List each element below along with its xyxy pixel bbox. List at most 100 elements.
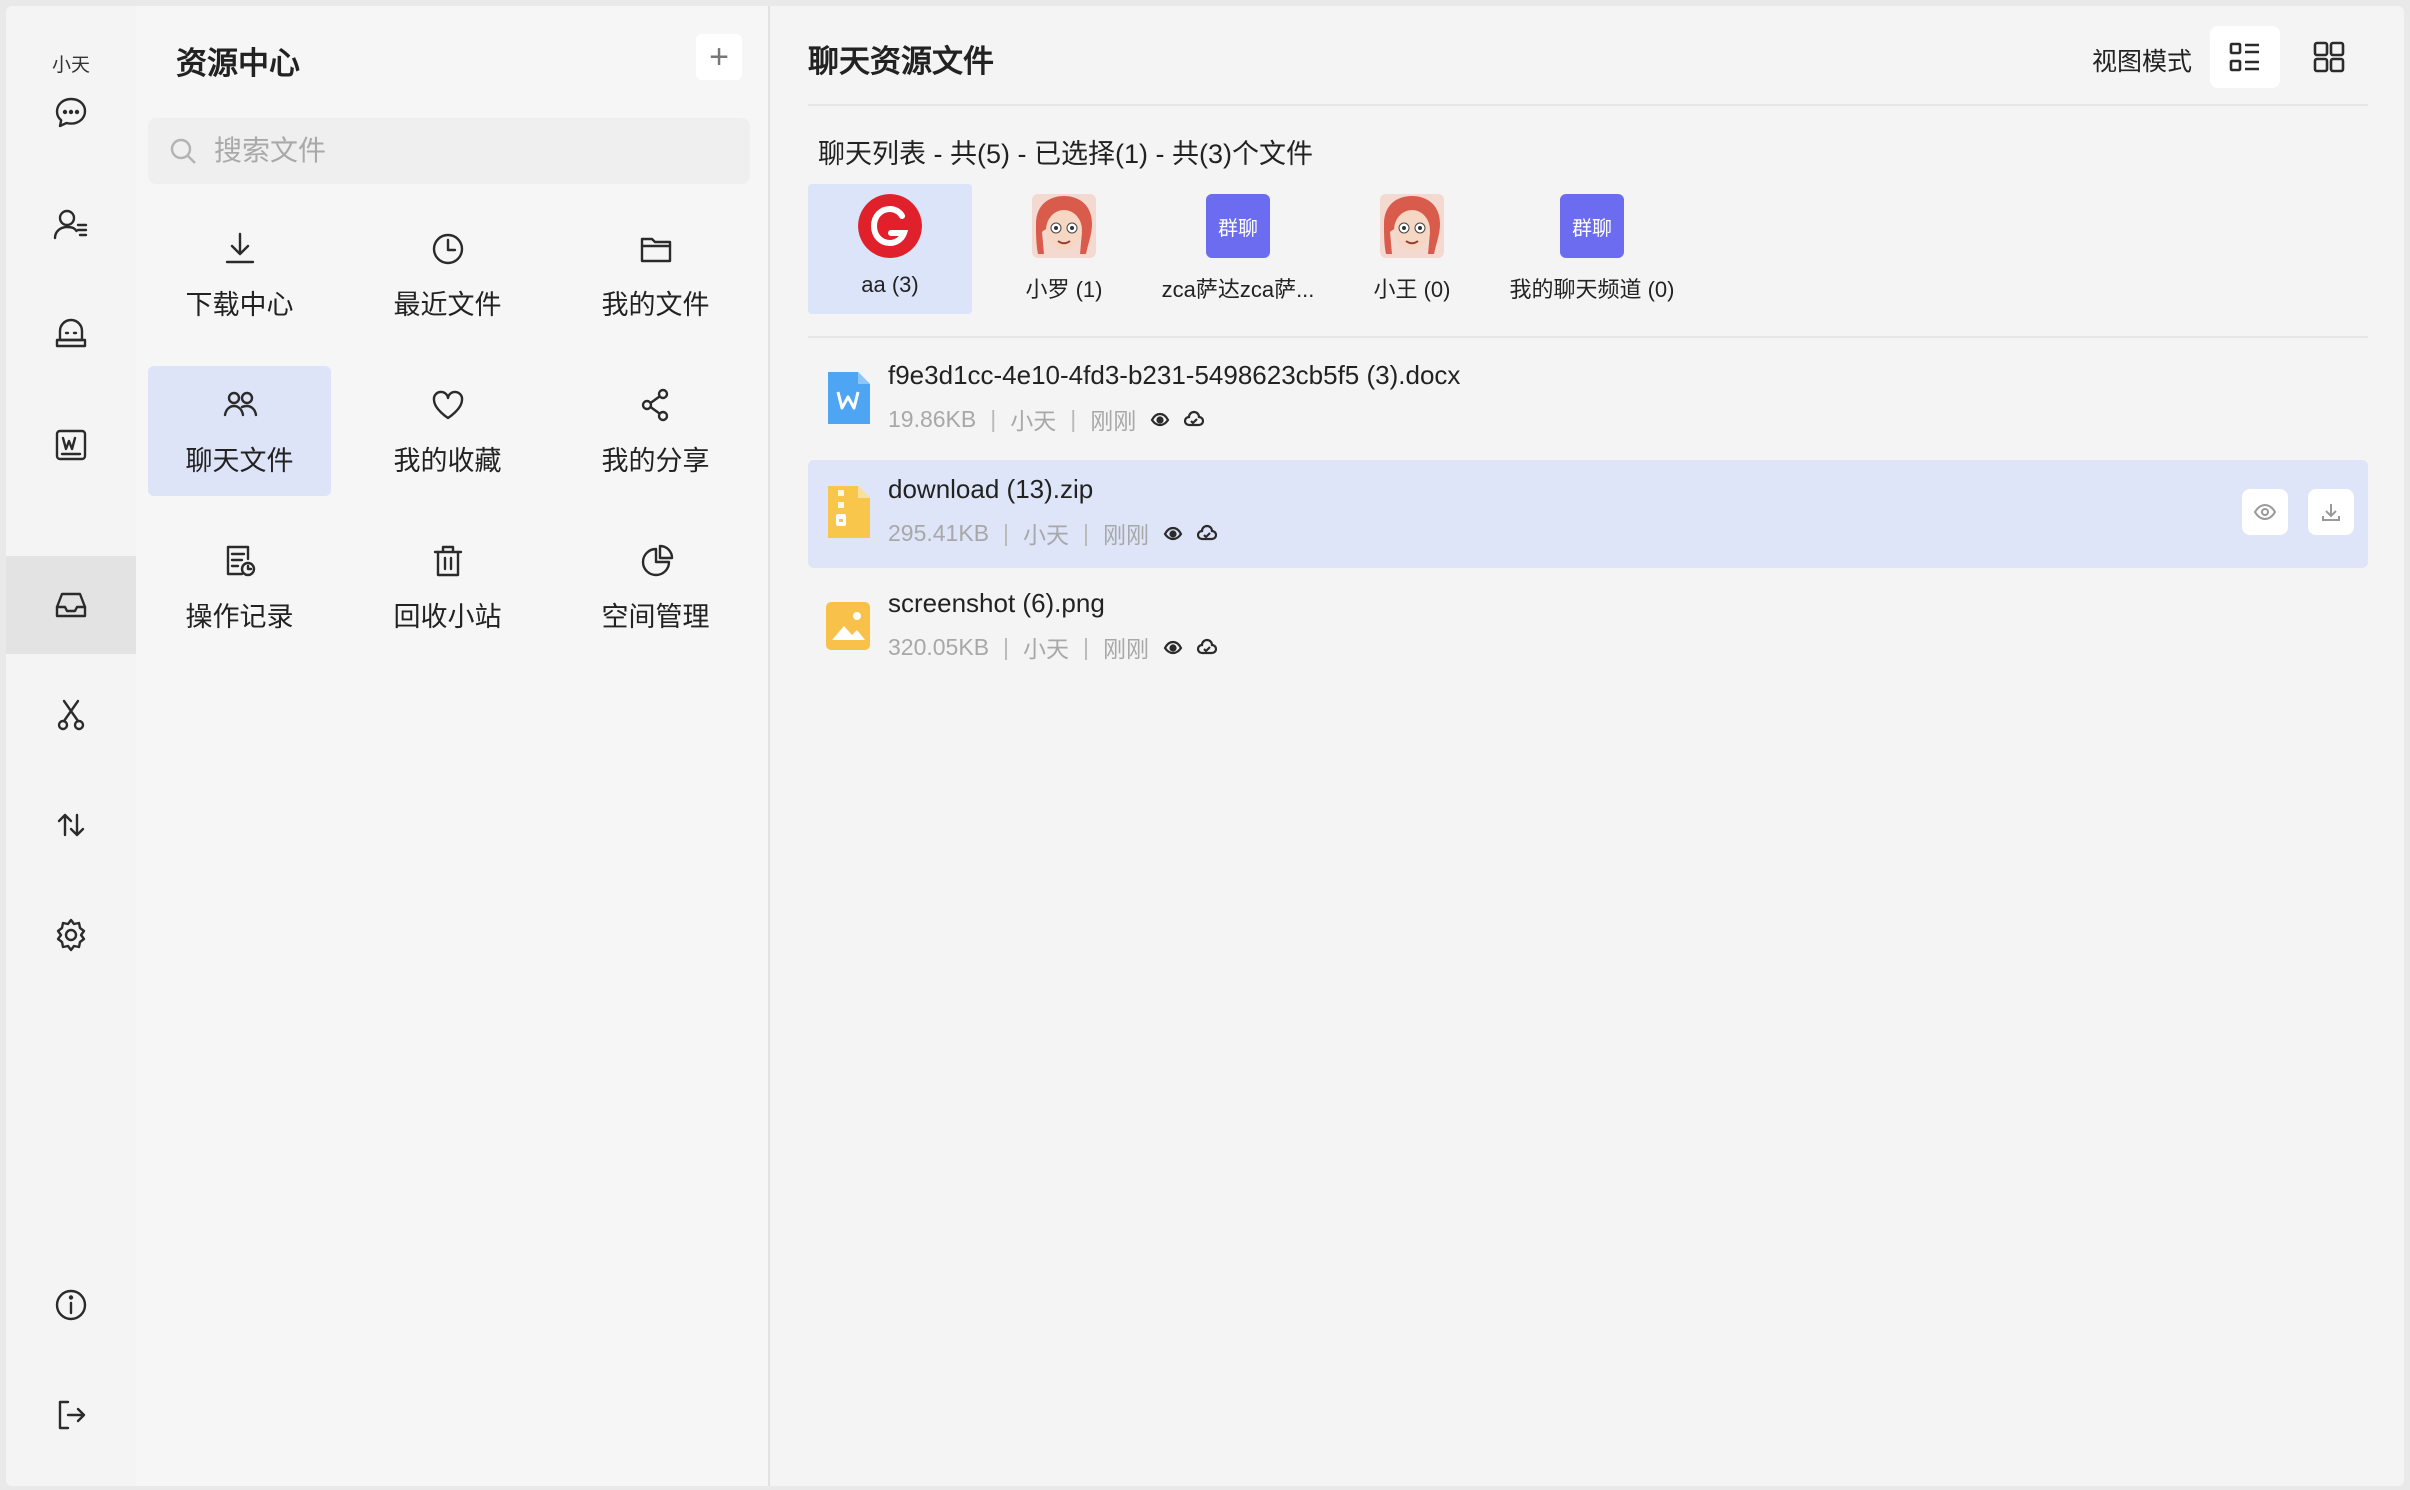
main-content: 聊天资源文件 视图模式 聊天列表 - 共(5) - 已选择(1) - 共(3)个… [770, 6, 2404, 1486]
grid-view-icon [2313, 41, 2345, 73]
list-view-button[interactable] [2210, 26, 2280, 88]
nav-rail: 小天 [6, 6, 136, 1486]
nav-chat[interactable] [6, 64, 136, 162]
chat-item[interactable]: aa (3) [808, 184, 972, 314]
logo-avatar [858, 194, 922, 258]
file-owner: 小天 [1023, 522, 1070, 548]
heart-icon [432, 390, 463, 419]
file-meta: 295.41KB | 小天 | 刚刚 [888, 516, 1217, 550]
separator: | [1003, 633, 1010, 660]
tile-download-center[interactable]: 下载中心 [148, 210, 331, 340]
tile-chat-files[interactable]: 聊天文件 [148, 366, 331, 496]
eye-icon [2253, 503, 2277, 521]
panel-title: 资源中心 [176, 46, 300, 81]
file-name: screenshot (6).png [888, 588, 1105, 618]
eye-icon [1150, 412, 1170, 427]
chat-item[interactable]: 小罗 (1) [982, 184, 1146, 314]
nav-transfer[interactable] [6, 776, 136, 874]
search-icon [170, 138, 196, 164]
eye-icon [1163, 526, 1183, 541]
robot-icon [55, 318, 87, 348]
tile-space-management[interactable]: 空间管理 [564, 522, 747, 652]
cartoon-avatar [1032, 194, 1096, 258]
eye-icon [1163, 640, 1183, 655]
download-icon [2322, 504, 2340, 521]
transfer-arrows-icon [57, 813, 85, 837]
contacts-icon [53, 209, 88, 240]
separator: | [1083, 519, 1089, 546]
file-name: download (13).zip [888, 474, 1094, 504]
info-icon [55, 1289, 87, 1321]
docx-file-icon [828, 372, 870, 424]
history-doc-icon [226, 545, 255, 576]
chat-list: aa (3) 小罗 (1) 群聊 zca萨达zca萨... 小王 (0) 群聊 [808, 184, 2368, 314]
nav-cut[interactable] [6, 666, 136, 764]
group-chat-icon [223, 391, 257, 416]
nav-resource-center[interactable] [6, 556, 136, 654]
file-meta: 320.05KB | 小天 | 刚刚 [888, 630, 1217, 664]
page-title: 聊天资源文件 [808, 44, 994, 79]
file-time: 刚刚 [1103, 636, 1149, 662]
word-doc-icon [55, 429, 87, 461]
group-avatar: 群聊 [1206, 194, 1270, 258]
trash-icon [433, 545, 462, 576]
file-time: 刚刚 [1103, 522, 1149, 548]
resource-panel: 资源中心 + 下载中心 最近文件 我的文件 聊天文件 [136, 6, 770, 1486]
chat-bubble-icon [55, 97, 87, 128]
nav-documents[interactable] [6, 396, 136, 494]
share-icon [641, 388, 668, 421]
search-input[interactable] [212, 134, 716, 168]
tile-recycle-bin[interactable]: 回收小站 [356, 522, 539, 652]
file-row[interactable]: f9e3d1cc-4e10-4fd3-b231-5498623cb5f5 (3)… [808, 346, 2368, 454]
separator: | [990, 405, 997, 432]
file-size: 320.05KB [888, 633, 990, 660]
tile-label: 下载中心 [185, 289, 294, 320]
chat-item[interactable]: 群聊 我的聊天频道 (0) [1500, 184, 1684, 314]
settings-gear-icon [56, 918, 86, 952]
separator: | [1083, 633, 1089, 660]
file-meta: 19.86KB | 小天 | 刚刚 [888, 402, 1205, 436]
tile-recent-files[interactable]: 最近文件 [356, 210, 539, 340]
view-mode-label: 视图模式 [2092, 48, 2193, 76]
chat-name: zca萨达zca萨... [1161, 277, 1315, 302]
tile-label: 我的文件 [601, 289, 710, 320]
chat-summary: 聊天列表 - 共(5) - 已选择(1) - 共(3)个文件 [818, 139, 1313, 169]
download-button[interactable] [2308, 489, 2354, 535]
tile-my-files[interactable]: 我的文件 [564, 210, 747, 340]
file-size: 19.86KB [888, 405, 977, 432]
nav-logout[interactable] [6, 1366, 136, 1464]
chat-item[interactable]: 小王 (0) [1330, 184, 1494, 314]
search-box[interactable] [148, 118, 750, 184]
tile-favorites[interactable]: 我的收藏 [356, 366, 539, 496]
inbox-icon [55, 592, 87, 618]
scissors-icon [57, 699, 85, 731]
image-file-icon [826, 602, 870, 650]
cloud-icon [1197, 524, 1217, 541]
nav-robot[interactable] [6, 286, 136, 384]
pie-chart-icon [641, 544, 673, 576]
cloud-icon [1184, 410, 1205, 427]
file-row[interactable]: screenshot (6).png 320.05KB | 小天 | 刚刚 [808, 574, 2368, 682]
folder-icon [640, 237, 671, 262]
tile-label: 最近文件 [393, 289, 502, 320]
tile-operation-log[interactable]: 操作记录 [148, 522, 331, 652]
grid-view-button[interactable] [2294, 26, 2364, 88]
file-row[interactable]: download (13).zip 295.41KB | 小天 | 刚刚 [808, 460, 2368, 568]
cloud-icon [1197, 638, 1217, 655]
tile-my-shares[interactable]: 我的分享 [564, 366, 747, 496]
tile-label: 我的收藏 [393, 445, 502, 476]
divider [808, 336, 2368, 338]
nav-contacts[interactable] [6, 176, 136, 274]
download-icon [225, 232, 254, 263]
chat-item[interactable]: 群聊 zca萨达zca萨... [1156, 184, 1320, 314]
tile-label: 回收小站 [393, 601, 502, 632]
preview-button[interactable] [2242, 489, 2288, 535]
add-button[interactable]: + [696, 34, 742, 80]
tile-label: 我的分享 [601, 445, 710, 476]
chat-name: 我的聊天频道 (0) [1509, 277, 1675, 302]
nav-settings[interactable] [6, 886, 136, 984]
file-time: 刚刚 [1090, 408, 1137, 434]
separator: | [1070, 405, 1077, 432]
tile-label: 空间管理 [601, 601, 710, 632]
nav-about[interactable] [6, 1256, 136, 1354]
